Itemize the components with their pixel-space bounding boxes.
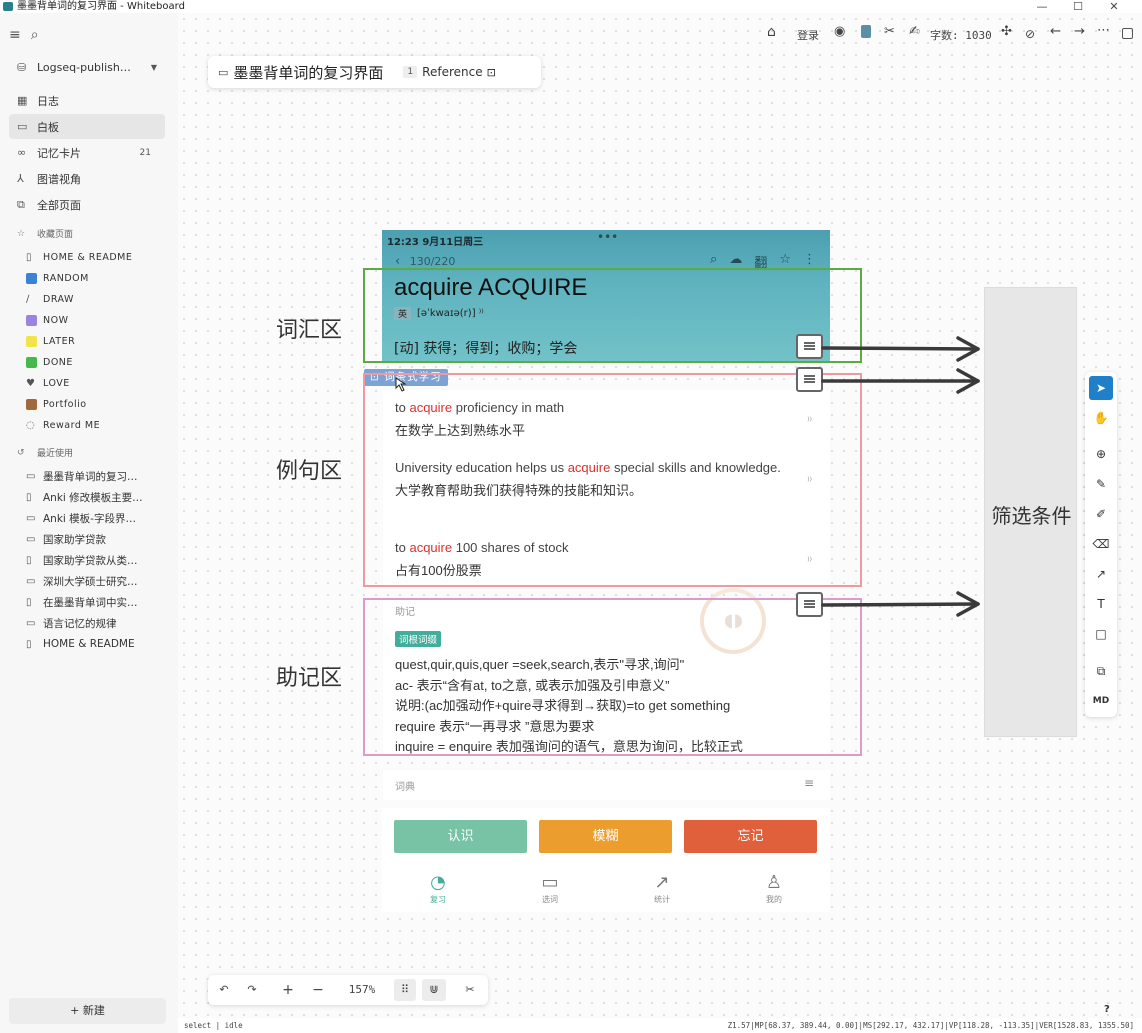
zoom-in-icon[interactable]: + [276,975,300,1005]
zoom-level[interactable]: 157% [340,975,384,1005]
markdown-tool-icon[interactable]: MD [1089,689,1113,713]
redo-icon[interactable]: ↷ [240,975,264,1005]
embed-tool-icon[interactable]: ⧉ [1089,659,1113,683]
pen-tool-icon[interactable]: ✎ [1089,472,1113,496]
whiteboard-toolbar: ➤ ✋ ⊕ ✎ ✐ ⌫ ↗ T □ ⧉ MD [1085,372,1117,717]
add-block-icon[interactable]: ⊕ [1089,442,1113,466]
tools-toggle-icon[interactable]: ✂ [458,975,482,1005]
status-bar: select | idle Z1.57|MP[68.37, 389.44, 0.… [178,1018,1142,1033]
status-right: Z1.57|MP[68.37, 389.44, 0.00]|MS[292.17,… [727,1021,1134,1030]
zoom-toolbar: ↶ ↷ + − 157% ⠿ ⋓ ✂ [208,975,488,1005]
shape-tool-icon[interactable]: □ [1089,622,1113,646]
magnet-snap-icon[interactable]: ⋓ [422,979,446,1001]
filter-label: 筛选条件 [991,504,1072,528]
connector-tool-icon[interactable]: ↗ [1089,562,1113,586]
undo-icon[interactable]: ↶ [212,975,236,1005]
arrow-line [821,346,980,351]
highlighter-tool-icon[interactable]: ✐ [1089,502,1113,526]
grid-toggle-icon[interactable]: ⠿ [394,979,416,1001]
filter-conditions-panel[interactable]: 筛选条件 [984,287,1077,737]
help-icon[interactable]: ? [1104,1004,1110,1015]
eraser-tool-icon[interactable]: ⌫ [1089,532,1113,556]
zoom-out-icon[interactable]: − [306,975,330,1005]
arrow-line [821,602,980,607]
hand-tool-icon[interactable]: ✋ [1089,406,1113,430]
status-left: select | idle [184,1021,243,1030]
text-tool-icon[interactable]: T [1089,592,1113,616]
connector-arrows [395,336,980,617]
mouse-cursor-icon [395,377,407,392]
select-tool-icon[interactable]: ➤ [1089,376,1113,400]
